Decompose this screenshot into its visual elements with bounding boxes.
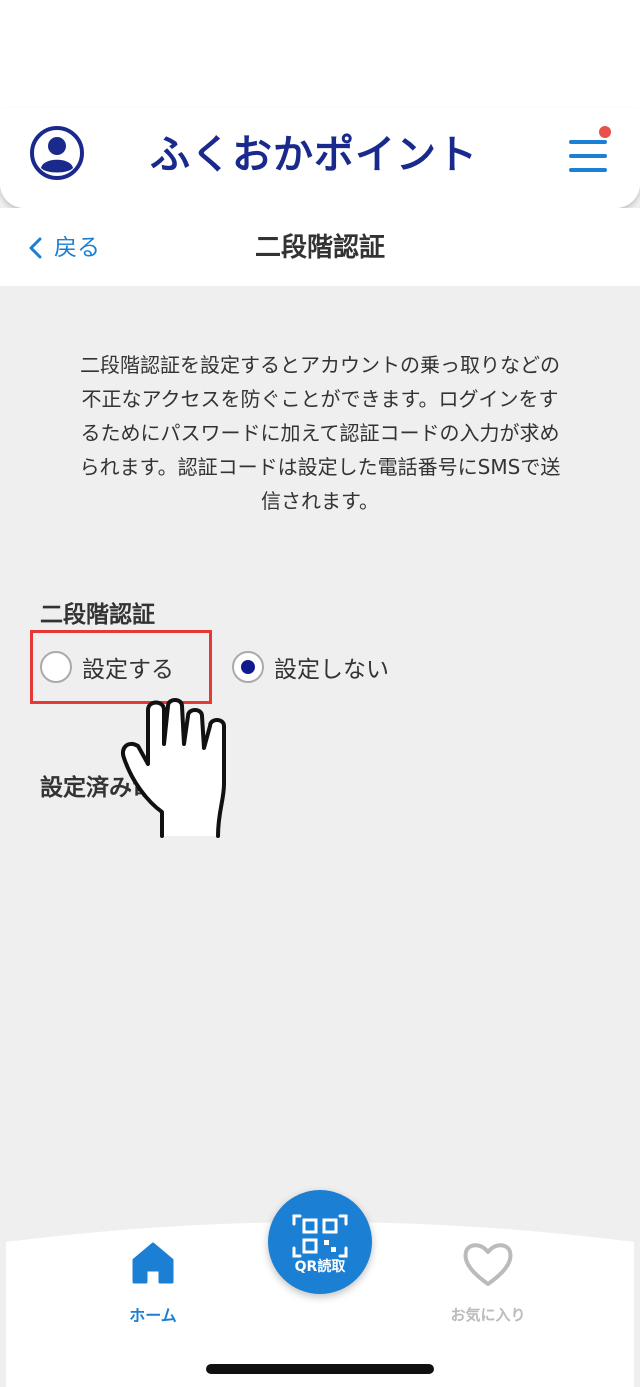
pointing-hand-icon [118, 672, 242, 838]
home-icon [132, 1242, 174, 1284]
radio-selected-dot [241, 660, 255, 674]
app-logo: ふくおかポイント [150, 132, 478, 178]
bottom-tab-bar: ホーム QR読取 お気に入り [0, 1190, 640, 1387]
heart-icon [463, 1243, 513, 1286]
qr-code-icon [292, 1214, 348, 1258]
hamburger-menu-icon[interactable] [565, 126, 617, 182]
nav-bar: 戻る 二段階認証 [0, 208, 640, 286]
qr-scan-label: QR読取 [294, 1259, 346, 1275]
radio-disable-label[interactable]: 設定しない [274, 650, 389, 684]
user-avatar-icon[interactable] [30, 126, 84, 180]
qr-scan-button[interactable]: QR読取 [268, 1190, 372, 1294]
page-title: 二段階認証 [254, 233, 385, 263]
description-text: 二段階認証を設定するとアカウントの乗っ取りなどの 不正なアクセスを防ぐことができ… [79, 353, 561, 513]
home-indicator[interactable] [206, 1364, 434, 1374]
tab-favorites[interactable]: お気に入り [436, 1232, 540, 1324]
radio-disable[interactable]: 設定しない [232, 647, 389, 687]
two-factor-section-label: 二段階認証 [40, 602, 155, 628]
app-header: ふくおかポイント [0, 108, 640, 208]
tab-favorites-label: お気に入り [450, 1306, 526, 1324]
status-bar-area [0, 0, 640, 120]
tab-home[interactable]: ホーム [120, 1232, 186, 1325]
tab-home-label: ホーム [129, 1306, 177, 1325]
notification-dot [599, 126, 611, 138]
